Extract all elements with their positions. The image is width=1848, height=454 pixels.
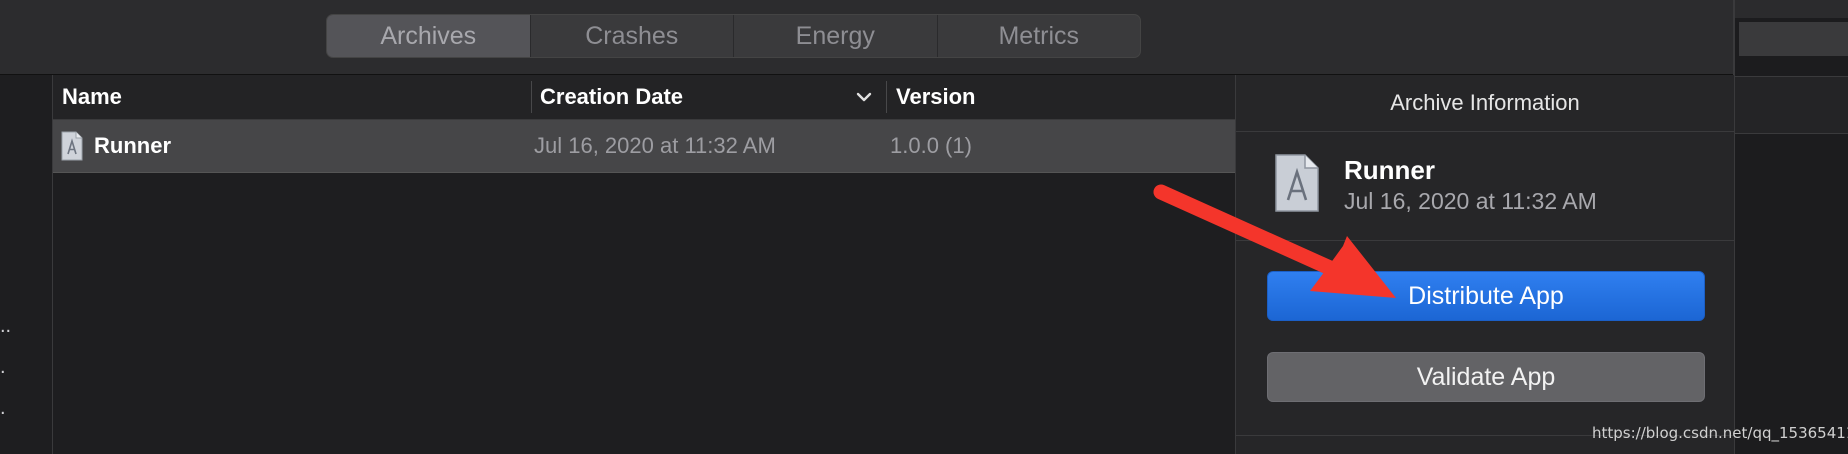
organizer-tab-bar: Archives Crashes Energy Metrics — [326, 14, 1141, 58]
column-divider[interactable] — [531, 81, 532, 113]
column-header-name[interactable]: Name — [62, 75, 122, 119]
archive-name: Runner — [1344, 155, 1435, 185]
background-window-field — [1739, 22, 1848, 56]
background-window-titlebar — [1735, 0, 1848, 18]
column-header-creation-date[interactable]: Creation Date — [540, 75, 683, 119]
sidebar: .. . . — [0, 75, 53, 454]
row-name: Runner — [94, 133, 171, 158]
app-archive-icon — [1275, 154, 1319, 212]
tab-archives[interactable]: Archives — [327, 15, 531, 57]
archive-information-panel: Archive Information Runner Jul 16, 2020 … — [1235, 75, 1734, 454]
toolbar: Archives Crashes Energy Metrics — [0, 0, 1733, 75]
panel-title: Archive Information — [1236, 75, 1734, 132]
archives-table: Name Creation Date Version Runner Jul 16… — [53, 75, 1235, 454]
background-window — [1733, 0, 1848, 454]
table-row[interactable]: Runner Jul 16, 2020 at 11:32 AM 1.0.0 (1… — [53, 120, 1235, 173]
app-archive-icon — [61, 131, 83, 161]
background-window-band — [1735, 76, 1848, 134]
tab-energy[interactable]: Energy — [734, 15, 938, 57]
sidebar-item-truncated[interactable]: .. — [0, 315, 11, 338]
tab-metrics[interactable]: Metrics — [938, 15, 1141, 57]
row-version: 1.0.0 (1) — [890, 133, 972, 158]
watermark-text: https://blog.csdn.net/qq_15365411 — [1592, 424, 1848, 442]
validate-app-button[interactable]: Validate App — [1267, 352, 1705, 402]
row-creation-date: Jul 16, 2020 at 11:32 AM — [534, 133, 776, 158]
sidebar-item-truncated[interactable]: . — [0, 397, 6, 420]
tab-crashes[interactable]: Crashes — [531, 15, 734, 57]
archive-date: Jul 16, 2020 at 11:32 AM — [1344, 188, 1597, 214]
table-header: Name Creation Date Version — [53, 75, 1235, 120]
divider — [1236, 240, 1734, 241]
column-header-version[interactable]: Version — [896, 75, 975, 119]
distribute-app-button[interactable]: Distribute App — [1267, 271, 1705, 321]
sidebar-item-truncated[interactable]: . — [0, 356, 6, 379]
column-divider[interactable] — [886, 81, 887, 113]
chevron-down-icon[interactable] — [853, 86, 875, 108]
